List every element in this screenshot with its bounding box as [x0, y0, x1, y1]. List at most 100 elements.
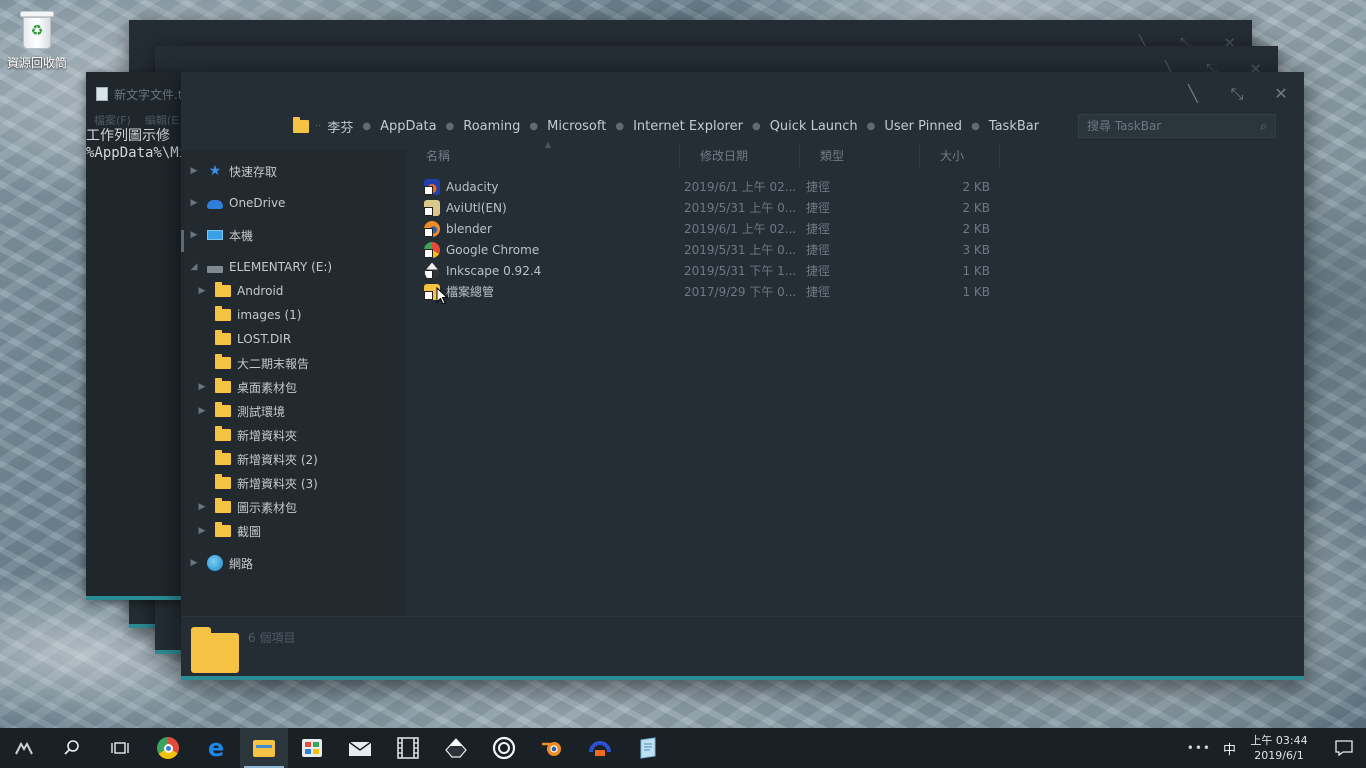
mail-icon — [348, 741, 372, 756]
item-count: 6 個項目 — [248, 631, 296, 645]
search-input[interactable] — [1087, 119, 1247, 133]
nav-folder[interactable]: 新增資料夾 (3) — [197, 472, 318, 494]
taskbar-chrome[interactable] — [144, 728, 192, 768]
table-row[interactable]: blender 2019/6/1 上午 02... 捷徑 2 KB — [424, 218, 990, 239]
breadcrumb-item[interactable]: TaskBar — [989, 119, 1039, 134]
breadcrumb-item[interactable]: Quick Launch — [770, 119, 858, 134]
nav-folder[interactable]: LOST.DIR — [197, 328, 291, 350]
breadcrumb-overflow[interactable]: ·· — [315, 121, 321, 132]
taskbar-inkscape[interactable] — [432, 728, 480, 768]
system-tray: ••• 中 上午 03:44 2019/6/1 — [1187, 728, 1366, 768]
clock-time: 上午 03:44 — [1250, 734, 1308, 747]
folder-icon — [215, 498, 231, 513]
recycle-bin-shortcut[interactable]: ♻ 資源回收筒 — [4, 8, 70, 71]
nav-item-quick-access[interactable]: ▶ ★ 快速存取 — [189, 160, 277, 182]
aviutl-icon — [424, 199, 440, 216]
breadcrumb-item[interactable]: AppData — [380, 119, 436, 134]
taskbar-notepad[interactable] — [624, 728, 672, 768]
file-explorer-window[interactable]: ╲ ⤡ ✕ ·· 李芬 ● AppData ● Roaming ● Microsoft… — [181, 72, 1304, 680]
breadcrumb[interactable]: ·· 李芬 ● AppData ● Roaming ● Microsoft ● Inte… — [293, 116, 1039, 136]
nav-folder[interactable]: ▶ 桌面素材包 — [197, 376, 297, 398]
taskbar-films[interactable] — [384, 728, 432, 768]
table-row[interactable]: Google Chrome 2019/5/31 上午 0... 捷徑 3 KB — [424, 239, 990, 260]
nav-folder[interactable]: ▶ 圖示素材包 — [197, 496, 297, 518]
notepad-title: 新文字文件.t — [114, 88, 182, 102]
nav-folder[interactable]: 大二期末報告 — [197, 352, 309, 374]
taskbar-file-explorer[interactable] — [240, 728, 288, 768]
table-row[interactable]: Audacity 2019/6/1 上午 02... 捷徑 2 KB — [424, 176, 990, 197]
notepad-menubar: 檔案(F) 編輯(E — [94, 112, 182, 128]
blender-icon — [542, 742, 561, 756]
column-header-name[interactable]: 名稱 — [406, 144, 680, 168]
taskbar-blender[interactable] — [528, 728, 576, 768]
table-row[interactable]: 檔案總管 2017/9/29 下午 0... 捷徑 1 KB — [424, 281, 990, 302]
chevron-right-icon[interactable]: ▶ — [197, 502, 207, 512]
input-method-indicator[interactable]: 中 — [1223, 739, 1236, 758]
chevron-right-icon[interactable]: ▶ — [197, 382, 207, 392]
chevron-right-icon[interactable]: ▶ — [189, 558, 199, 568]
breadcrumb-item[interactable]: Microsoft — [547, 119, 606, 134]
table-row[interactable]: Inkscape 0.92.4 2019/5/31 下午 1... 捷徑 1 K… — [424, 260, 990, 281]
taskbar-store[interactable] — [288, 728, 336, 768]
blender-icon — [424, 220, 440, 237]
clock-date: 2019/6/1 — [1254, 749, 1304, 762]
task-view-button[interactable] — [96, 728, 144, 768]
nav-folder[interactable]: images (1) — [197, 304, 301, 326]
search-box[interactable]: ⌕ — [1078, 114, 1276, 138]
audacity-icon — [424, 178, 440, 195]
breadcrumb-item[interactable]: Roaming — [463, 119, 520, 134]
search-icon: ⌕ — [1260, 118, 1267, 133]
chevron-right-icon[interactable]: ▶ — [197, 526, 207, 536]
notepad-icon — [96, 87, 108, 101]
drive-icon — [207, 266, 223, 273]
inkscape-icon — [424, 262, 440, 279]
chevron-down-icon[interactable]: ◢ — [189, 262, 199, 272]
show-hidden-icons-button[interactable]: ••• — [1187, 741, 1211, 755]
menu-file[interactable]: 檔案(F) — [94, 114, 131, 127]
breadcrumb-item[interactable]: 李芬 — [327, 117, 353, 136]
nav-item-onedrive[interactable]: ▶ OneDrive — [189, 192, 286, 214]
start-button[interactable] — [0, 728, 48, 768]
folder-icon — [215, 330, 231, 345]
column-header-type[interactable]: 類型 — [800, 144, 920, 168]
nav-item-drive-e[interactable]: ◢ ELEMENTARY (E:) — [189, 256, 333, 278]
nav-folder[interactable]: ▶ 測試環境 — [197, 400, 285, 422]
nav-folder[interactable]: ▶ 截圖 — [197, 520, 261, 542]
column-header-size[interactable]: 大小 — [920, 144, 1000, 168]
search-button[interactable] — [48, 728, 96, 768]
nav-item-network[interactable]: ▶ 網路 — [189, 552, 253, 574]
recycle-bin-label: 資源回收筒 — [6, 56, 67, 70]
breadcrumb-item[interactable]: User Pinned — [884, 119, 962, 134]
taskbar-mail[interactable] — [336, 728, 384, 768]
chevron-right-icon[interactable]: ▶ — [189, 166, 199, 176]
star-icon: ★ — [208, 163, 222, 179]
column-header-modified[interactable]: 修改日期 — [680, 144, 800, 168]
taskbar-clock[interactable]: 上午 03:44 2019/6/1 — [1248, 733, 1310, 763]
close-button[interactable]: ✕ — [1272, 84, 1290, 104]
notepad-text-area[interactable]: 工作列圖示修 %AppData%\Mi — [86, 128, 182, 162]
chevron-right-icon[interactable]: ▶ — [189, 198, 199, 208]
breadcrumb-item[interactable]: Internet Explorer — [633, 119, 743, 134]
nav-folder[interactable]: 新增資料夾 — [197, 424, 297, 446]
maximize-button[interactable]: ⤡ — [1228, 84, 1246, 104]
nav-item-this-pc[interactable]: ▶ 本機 — [189, 224, 253, 246]
chevron-right-icon[interactable]: ▶ — [197, 406, 207, 416]
chevron-right-icon[interactable]: ▶ — [189, 230, 199, 240]
file-explorer-icon — [253, 739, 275, 757]
table-row[interactable]: AviUtl(EN) 2019/5/31 上午 0... 捷徑 2 KB — [424, 197, 990, 218]
taskbar-obs[interactable] — [480, 728, 528, 768]
minimize-button[interactable]: ╲ — [1184, 84, 1202, 104]
store-icon — [302, 739, 322, 757]
taskbar-audacity[interactable] — [576, 728, 624, 768]
folder-icon — [215, 354, 231, 369]
taskbar-edge[interactable]: e — [192, 728, 240, 768]
edge-icon: e — [207, 734, 225, 762]
folder-icon — [215, 474, 231, 489]
navigation-pane[interactable]: ▶ ★ 快速存取 ▶ OneDrive ▶ 本機 ◢ ELEMENTARY (E:) ▶ A… — [181, 150, 406, 616]
chevron-right-icon[interactable]: ▶ — [197, 286, 207, 296]
notepad-window[interactable]: 新文字文件.t 檔案(F) 編輯(E 工作列圖示修 %AppData%\Mi — [86, 72, 182, 600]
action-center-button[interactable] — [1322, 728, 1366, 768]
nav-folder[interactable]: 新增資料夾 (2) — [197, 448, 318, 470]
menu-edit[interactable]: 編輯(E — [145, 114, 178, 127]
nav-folder[interactable]: ▶ Android — [197, 280, 283, 302]
